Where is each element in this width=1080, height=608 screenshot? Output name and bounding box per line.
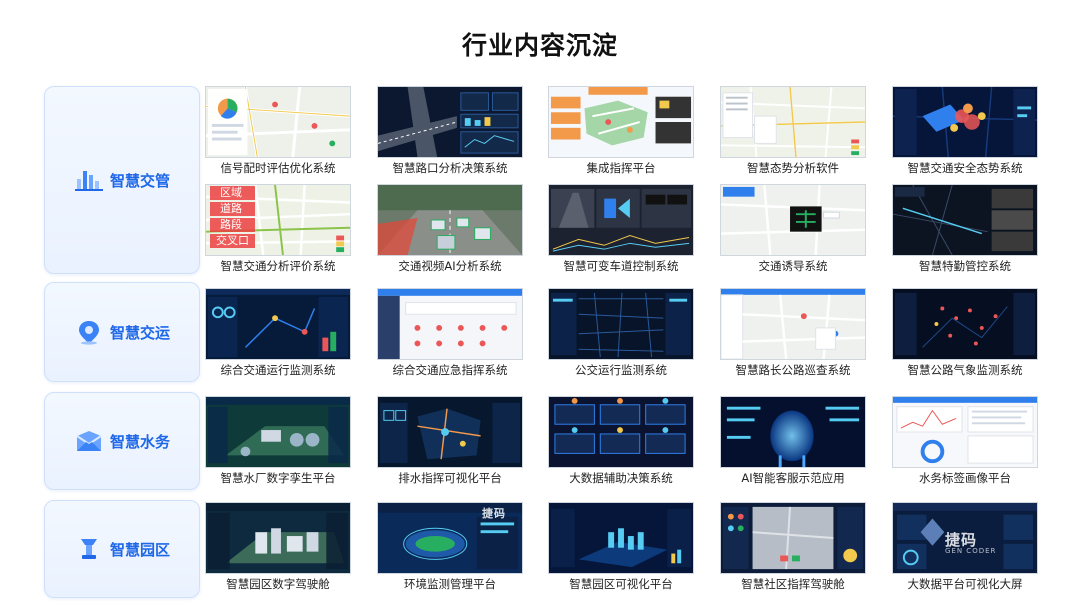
overlay-label-segment: 路段 (210, 218, 255, 232)
screenshot-thumbnail (720, 502, 866, 574)
tile-variable-lane[interactable]: 智慧可变车道控制系统 (548, 184, 694, 274)
tile-label: 环境监测管理平台 (404, 577, 496, 591)
tile-community-cockpit[interactable]: 智慧社区指挥驾驶舱 (720, 502, 866, 592)
tile-label: 智慧交通安全态势系统 (907, 161, 1023, 175)
tile-label: 智慧特勤管控系统 (919, 259, 1011, 273)
tile-water-tag-profile[interactable]: 水务标签画像平台 (892, 396, 1038, 486)
tile-label: 智慧园区数字驾驶舱 (226, 577, 330, 591)
screenshot-thumbnail (892, 86, 1038, 158)
category-label: 智慧园区 (109, 540, 170, 559)
tile-label: 智慧公路气象监测系统 (907, 363, 1023, 377)
tile-intersection-analysis[interactable]: 智慧路口分析决策系统 (377, 86, 523, 176)
screenshot-thumbnail: 区域 道路 路段 交叉口 (205, 184, 351, 256)
category-label: 智慧交管 (109, 171, 170, 190)
tile-drainage-command[interactable]: 排水指挥可视化平台 (377, 396, 523, 486)
screenshot-thumbnail (205, 288, 351, 360)
tile-label: 排水指挥可视化平台 (398, 471, 502, 485)
screenshot-thumbnail (720, 396, 866, 468)
tile-situation-analysis[interactable]: 智慧态势分析软件 (720, 86, 866, 176)
screenshot-thumbnail (205, 502, 351, 574)
screenshot-thumbnail (548, 502, 694, 574)
category-card-smart-traffic[interactable]: 智慧交管 (44, 86, 200, 274)
screenshot-thumbnail (205, 396, 351, 468)
screenshot-thumbnail (548, 396, 694, 468)
tile-ai-customer-service[interactable]: AI智能客服示范应用 (720, 396, 866, 486)
bar-chart-icon (74, 171, 103, 191)
tile-park-visualization[interactable]: 智慧园区可视化平台 (548, 502, 694, 592)
tile-big-data-screen[interactable]: 捷码 GEN CODER 大数据平台可视化大屏 (892, 502, 1038, 592)
tile-label: 大数据平台可视化大屏 (907, 577, 1023, 591)
screenshot-thumbnail (205, 86, 351, 158)
watermark-subtitle: GEN CODER (945, 547, 997, 555)
screenshot-thumbnail (548, 184, 694, 256)
screenshot-thumbnail (892, 288, 1038, 360)
tile-label: AI智能客服示范应用 (741, 471, 845, 485)
tile-traffic-safety[interactable]: 智慧交通安全态势系统 (892, 86, 1038, 176)
screenshot-thumbnail (720, 86, 866, 158)
tile-label: 智慧态势分析软件 (747, 161, 839, 175)
tile-road-weather[interactable]: 智慧公路气象监测系统 (892, 288, 1038, 378)
category-card-smart-water[interactable]: 智慧水务 (44, 392, 200, 490)
tile-label: 集成指挥平台 (586, 161, 656, 175)
tile-bus-monitoring[interactable]: 公交运行监测系统 (548, 288, 694, 378)
watermark-brand: 捷码 (482, 507, 506, 520)
screenshot-thumbnail (377, 288, 523, 360)
category-label: 智慧水务 (109, 432, 170, 451)
tile-signal-timing[interactable]: 信号配时评估优化系统 (205, 86, 351, 176)
screenshot-thumbnail (720, 184, 866, 256)
page-title: 行业内容沉淀 (461, 31, 618, 60)
overlay-label-region: 区域 (210, 186, 255, 200)
tile-label: 水务标签画像平台 (919, 471, 1011, 485)
tile-label: 智慧社区指挥驾驶舱 (741, 577, 845, 591)
screenshot-thumbnail (720, 288, 866, 360)
screenshot-thumbnail (548, 86, 694, 158)
tile-transport-monitoring[interactable]: 综合交通运行监测系统 (205, 288, 351, 378)
tile-road-inspection[interactable]: 智慧路长公路巡查系统 (720, 288, 866, 378)
category-card-smart-park[interactable]: 智慧园区 (44, 500, 200, 598)
tile-video-ai[interactable]: 交通视频AI分析系统 (377, 184, 523, 274)
water-envelope-icon (76, 431, 102, 451)
tile-label: 智慧路长公路巡查系统 (735, 363, 851, 377)
tile-traffic-evaluation[interactable]: 区域 道路 路段 交叉口 智慧交通分析评价系统 (205, 184, 351, 274)
screenshot-thumbnail (377, 184, 523, 256)
tile-traffic-guidance[interactable]: 交通诱导系统 (720, 184, 866, 274)
category-card-smart-transport[interactable]: 智慧交运 (44, 282, 200, 382)
tile-integrated-command[interactable]: 集成指挥平台 (548, 86, 694, 176)
screenshot-thumbnail (892, 396, 1038, 468)
screenshot-thumbnail: 捷码 (377, 502, 523, 574)
tile-label: 智慧交通分析评价系统 (220, 259, 336, 273)
tile-label: 智慧可变车道控制系统 (563, 259, 679, 273)
tile-label: 公交运行监测系统 (575, 363, 667, 377)
tile-label: 智慧水厂数字孪生平台 (220, 471, 336, 485)
tile-label: 智慧园区可视化平台 (569, 577, 673, 591)
screenshot-thumbnail (377, 396, 523, 468)
screenshot-thumbnail: 捷码 GEN CODER (892, 502, 1038, 574)
tile-big-data-decision[interactable]: 大数据辅助决策系统 (548, 396, 694, 486)
tile-label: 交通诱导系统 (758, 259, 828, 273)
tower-icon (80, 539, 97, 559)
category-label: 智慧交运 (109, 323, 170, 342)
tile-label: 综合交通运行监测系统 (220, 363, 336, 377)
screenshot-thumbnail (548, 288, 694, 360)
screenshot-thumbnail (892, 184, 1038, 256)
tile-label: 智慧路口分析决策系统 (392, 161, 508, 175)
tile-label: 综合交通应急指挥系统 (392, 363, 508, 377)
tile-water-plant-twin[interactable]: 智慧水厂数字孪生平台 (205, 396, 351, 486)
overlay-label-intersection: 交叉口 (210, 234, 255, 248)
tile-label: 交通视频AI分析系统 (398, 259, 502, 273)
tile-special-duty[interactable]: 智慧特勤管控系统 (892, 184, 1038, 274)
tile-label: 信号配时评估优化系统 (220, 161, 336, 175)
overlay-label-road: 道路 (210, 202, 255, 216)
tile-park-cockpit[interactable]: 智慧园区数字驾驶舱 (205, 502, 351, 592)
tile-environment-monitoring[interactable]: 捷码 环境监测管理平台 (377, 502, 523, 592)
screenshot-thumbnail (377, 86, 523, 158)
tile-label: 大数据辅助决策系统 (569, 471, 673, 485)
location-pin-icon (78, 321, 99, 345)
tile-emergency-command[interactable]: 综合交通应急指挥系统 (377, 288, 523, 378)
map-overlay-labels: 区域 道路 路段 交叉口 (210, 186, 255, 248)
